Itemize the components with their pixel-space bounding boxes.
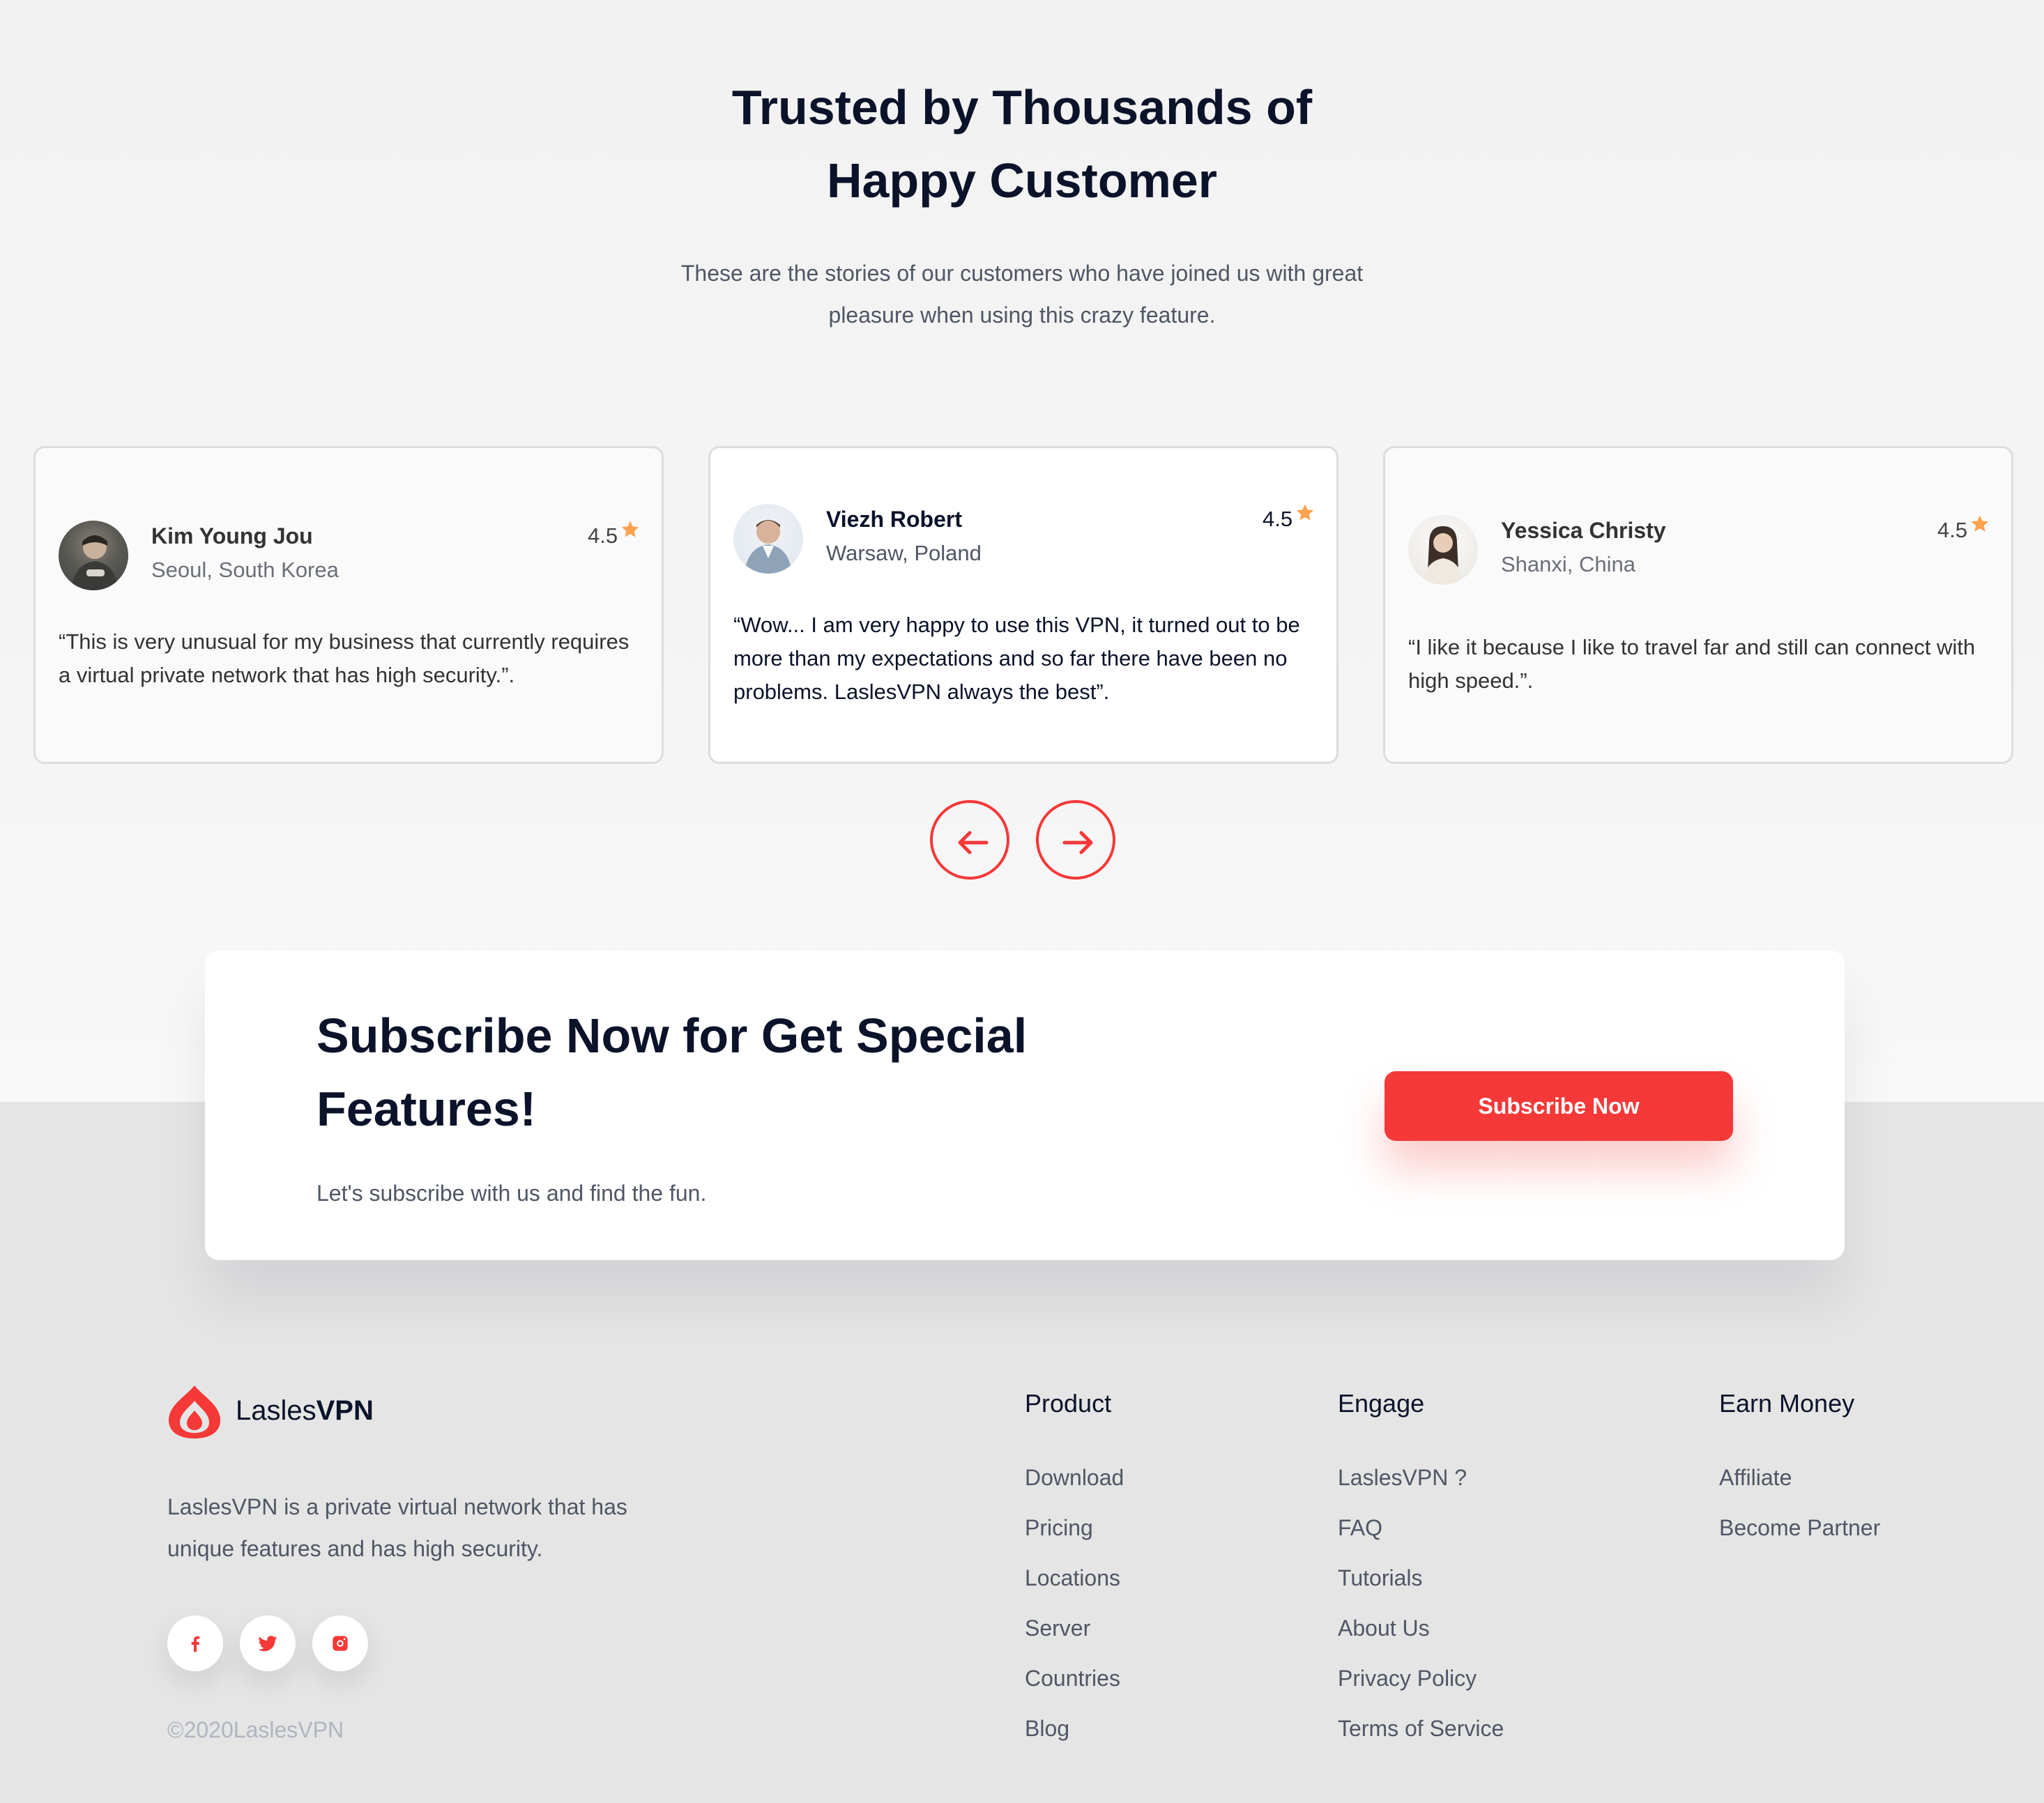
footer-description: LaslesVPN is a private virtual network t… [167,1494,627,1561]
star-icon [621,521,639,537]
footer-link-about-us[interactable]: About Us [1338,1616,1430,1641]
testimonial-card: Kim Young Jou Seoul, South Korea 4.5 “Th… [33,446,664,764]
footer-link-blog[interactable]: Blog [1025,1716,1069,1742]
footer-link-laslesvpn[interactable]: LaslesVPN ? [1338,1465,1467,1491]
footer-column-title-engage: Engage [1338,1389,1425,1418]
twitter-button[interactable] [240,1616,296,1671]
footer-link-privacy-policy[interactable]: Privacy Policy [1338,1666,1477,1691]
instagram-button[interactable] [312,1616,368,1671]
testimonials-subtitle: These are the stories of our customers w… [680,261,1364,328]
testimonial-quote: “This is very unusual for my business th… [59,629,630,687]
avatar [1408,515,1478,585]
testimonials-title-line2: Happy Customer [826,153,1218,208]
footer-link-server[interactable]: Server [1025,1616,1090,1641]
facebook-button[interactable] [167,1616,223,1671]
subscribe-title: Subscribe Now for Get Special Features! [316,1008,1028,1136]
twitter-icon [258,1636,277,1652]
star-icon [1971,515,1989,532]
star-icon [1296,504,1314,521]
laslesvpn-logo-icon [169,1386,220,1438]
footer-column-title-product: Product [1025,1389,1112,1418]
footer-link-download[interactable]: Download [1025,1465,1124,1491]
footer-link-tutorials[interactable]: Tutorials [1338,1565,1423,1591]
arrow-left-icon [958,831,989,854]
testimonial-card: Yessica Christy Shanxi, China 4.5 “I lik… [1383,446,2013,764]
customer-location: Seoul, South Korea [151,558,339,582]
facebook-icon [191,1636,200,1652]
footer-link-affiliate[interactable]: Affiliate [1719,1465,1792,1491]
customer-location: Shanxi, China [1501,552,1636,576]
footer-link-countries[interactable]: Countries [1025,1666,1120,1691]
rating-value: 4.5 [1263,507,1293,531]
rating-value: 4.5 [1937,518,1968,542]
footer-link-faq[interactable]: FAQ [1338,1515,1382,1541]
customer-name: Yessica Christy [1501,518,1666,543]
avatar [59,521,128,590]
footer-link-locations[interactable]: Locations [1025,1565,1120,1591]
brand-name-light: Lasles [236,1395,316,1426]
footer-link-pricing[interactable]: Pricing [1025,1515,1093,1541]
customer-name: Viezh Robert [826,507,962,532]
avatar [733,504,803,574]
subscribe-now-button[interactable]: Subscribe Now [1385,1071,1733,1141]
rating-value: 4.5 [588,523,618,548]
brand-name: LaslesVPN [236,1395,374,1427]
testimonials-title: Trusted by Thousands of Happy Customer [0,71,2044,217]
carousel-prev-button[interactable] [930,800,1009,880]
testimonial-quote: “Wow... I am very happy to use this VPN,… [733,613,1300,704]
testimonial-quote: “I like it because I like to travel far … [1408,635,1976,693]
customer-name: Kim Young Jou [151,523,313,548]
footer-column-title-earn-money: Earn Money [1719,1389,1855,1418]
footer-link-become-partner[interactable]: Become Partner [1719,1515,1880,1541]
brand-name-bold: VPN [316,1395,374,1426]
customer-location: Warsaw, Poland [826,541,982,565]
footer-link-terms-of-service[interactable]: Terms of Service [1338,1716,1504,1742]
instagram-icon [333,1636,348,1651]
carousel-next-button[interactable] [1036,800,1115,880]
subscribe-text: Let's subscribe with us and find the fun… [316,1181,707,1206]
testimonials-title-line1: Trusted by Thousands of [731,80,1313,135]
arrow-right-icon [1062,831,1093,854]
subscribe-card: Subscribe Now for Get Special Features! … [205,951,1845,1260]
copyright: ©2020LaslesVPN [167,1717,344,1742]
testimonial-card-active: Viezh Robert Warsaw, Poland 4.5 “Wow... … [708,446,1338,764]
